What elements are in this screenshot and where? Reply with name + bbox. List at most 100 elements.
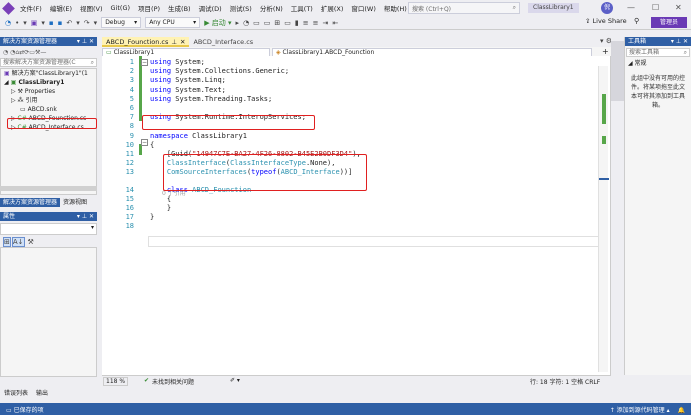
code-line[interactable]: using System.Threading.Tasks; (150, 95, 272, 103)
tab-resource-view[interactable]: 资源视图 (60, 198, 90, 207)
menu-analyze[interactable]: 分析(N) (256, 3, 287, 13)
code-line[interactable]: using System.Text; (150, 86, 226, 94)
live-share-button[interactable]: ⇪ Live Share (585, 17, 627, 25)
code-editor[interactable]: 1 2 3 4 5 6 7 8 9 10 11 12 13 14 15 16 17 18 using System… (102, 56, 611, 375)
categorized-icon[interactable]: ⊞ (3, 237, 11, 247)
new-project-icon[interactable]: ▣ (29, 19, 40, 27)
tab-solution-explorer[interactable]: 解决方案资源管理器 (0, 198, 61, 207)
panel-pin-icon[interactable]: ▾ ⊥ ✕ (671, 37, 688, 46)
bookmark-icon[interactable]: ▮ (293, 19, 301, 27)
menu-file[interactable]: 文件(F) (16, 3, 46, 13)
solution-search-input[interactable]: 搜索解决方案资源管理器(C ⌕ (0, 58, 97, 67)
outdent-icon[interactable]: ⇤ (330, 19, 340, 27)
properties-object-select[interactable]: ▾ (0, 223, 97, 235)
uncomment-icon[interactable]: ≡ (311, 19, 321, 27)
minimize-button[interactable]: — (627, 3, 635, 13)
tree-item-references[interactable]: ▷ ⁂ 引用 (1, 96, 96, 105)
comment-icon[interactable]: ≡ (301, 19, 311, 27)
menu-window[interactable]: 窗口(W) (347, 3, 380, 13)
tab-output[interactable]: 输出 (32, 388, 52, 397)
close-icon[interactable]: ✕ (180, 37, 185, 46)
platform-select[interactable]: Any CPU ▾ (145, 17, 201, 28)
add-to-source-control[interactable]: 添加到源代码管理 ▴ (617, 407, 670, 414)
search-input[interactable]: 搜索 (Ctrl+Q) ⌕ (408, 2, 520, 14)
indent-icon[interactable]: ⇥ (321, 19, 331, 27)
toolbar-icon-1[interactable]: ▭ (251, 19, 262, 27)
panel-pin-icon[interactable]: ▾ ⊥ ✕ (77, 37, 94, 46)
horizontal-scrollbar[interactable] (0, 186, 97, 191)
issues-label[interactable]: 未找到相关问题 (152, 377, 194, 386)
zoom-select[interactable]: 118 % (103, 377, 129, 386)
open-icon[interactable]: ▾ (39, 19, 47, 27)
menu-view[interactable]: 视图(V) (76, 3, 107, 13)
back-icon[interactable]: ◔ (3, 19, 13, 27)
visual-studio-logo-icon (0, 0, 16, 16)
menu-extensions[interactable]: 扩展(X) (317, 3, 348, 13)
avatar[interactable]: 倪 (601, 2, 613, 14)
up-arrow-icon: ↑ (609, 406, 617, 414)
toolbar-icon-3[interactable]: ⊞ (272, 19, 282, 27)
admin-badge[interactable]: 管理员 (651, 17, 687, 28)
collapse-toggle-icon[interactable]: − (141, 59, 148, 66)
redo-icon[interactable]: ↷ (82, 19, 92, 27)
property-pages-icon[interactable]: ⚒ (28, 238, 34, 246)
code-line[interactable]: namespace ClassLibrary1 (150, 132, 247, 140)
tab-interface-cs[interactable]: ABCD_Interface.cs (189, 37, 257, 47)
menu-build[interactable]: 生成(B) (164, 3, 195, 13)
more-icon[interactable]: — (40, 49, 46, 56)
feedback-icon[interactable]: ⚲ (634, 17, 639, 25)
toolbar-icon-2[interactable]: ▭ (262, 19, 273, 27)
code-line[interactable]: using System.Linq; (150, 76, 226, 84)
forward-icon[interactable]: • (13, 19, 21, 27)
attach-icon[interactable]: ▸ (234, 19, 242, 27)
code-line[interactable]: } (150, 213, 154, 221)
save-icon[interactable]: ▪ (47, 19, 56, 27)
expand-icon[interactable]: ◢ (4, 79, 9, 86)
redo-dropdown-icon[interactable]: ▾ (92, 19, 100, 27)
config-select[interactable]: Debug ▾ (101, 17, 142, 28)
menu-tools[interactable]: 工具(T) (287, 3, 317, 13)
dropdown-icon[interactable]: ▾ (21, 19, 29, 27)
line-number: 8 (129, 122, 134, 131)
menu-project[interactable]: 项目(P) (134, 3, 164, 13)
tab-error-list[interactable]: 错误列表 (0, 388, 32, 397)
start-button[interactable]: ▶ 启动 ▾ (202, 18, 233, 28)
tree-item-snk[interactable]: ▭ ABCD.snk (1, 105, 96, 114)
alphabetical-icon[interactable]: A↓ (11, 237, 25, 247)
code-token: System.Text; (175, 85, 226, 94)
notification-bell-icon[interactable]: 🔔 (678, 407, 685, 414)
menu-edit[interactable]: 编辑(E) (46, 3, 76, 13)
toolbox-side-tab[interactable] (611, 41, 624, 101)
toolbox-title: 工具箱 (628, 38, 647, 45)
collapse-toggle-icon[interactable]: − (141, 139, 148, 146)
hot-reload-icon[interactable]: ◔ (241, 19, 251, 27)
back-icon[interactable]: ◔ ◔ (3, 49, 15, 56)
menu-debug[interactable]: 调试(D) (195, 3, 226, 13)
menu-help[interactable]: 帮助(H) (380, 3, 411, 13)
tab-founction-cs[interactable]: ABCD_Founction.cs ⊥ ✕ (102, 37, 190, 47)
line-number: 16 (125, 204, 134, 212)
code-line[interactable]: } (150, 204, 171, 212)
toolbox-search-input[interactable]: 搜索工具箱 ⌕ (626, 48, 690, 57)
pin-icon[interactable]: ⊥ (171, 37, 177, 46)
toolbar-icon-4[interactable]: ▭ (282, 19, 293, 27)
close-button[interactable]: ✕ (675, 3, 682, 13)
tree-item-properties[interactable]: ▷ ⚒ Properties (1, 87, 96, 96)
code-line[interactable]: { (150, 141, 154, 149)
maximize-button[interactable]: ☐ (652, 3, 659, 13)
undo-icon[interactable]: ↶ (64, 19, 74, 27)
undo-dropdown-icon[interactable]: ▾ (74, 19, 82, 27)
menu-test[interactable]: 测试(S) (226, 3, 256, 13)
code-token: System.Collections.Generic; (175, 67, 290, 76)
save-all-icon[interactable]: ▪ (56, 19, 65, 27)
filter-icon[interactable]: ✐ ▾ (230, 377, 240, 384)
tree-item-project[interactable]: ◢ ▣ ClassLibrary1 (1, 78, 96, 87)
tree-item-solution[interactable]: ▣ 解决方案"ClassLibrary1"(1 (1, 69, 96, 78)
panel-pin-icon[interactable]: ▾ ⊥ ✕ (77, 212, 94, 221)
code-line[interactable]: using System; (150, 58, 205, 66)
vertical-scrollbar[interactable] (598, 66, 609, 372)
split-add-icon[interactable]: + (602, 47, 609, 56)
toolbox-group-general[interactable]: ◢ 常规 (625, 59, 691, 68)
menu-git[interactable]: Git(G) (107, 4, 135, 12)
code-line[interactable]: using System.Collections.Generic; (150, 67, 289, 75)
